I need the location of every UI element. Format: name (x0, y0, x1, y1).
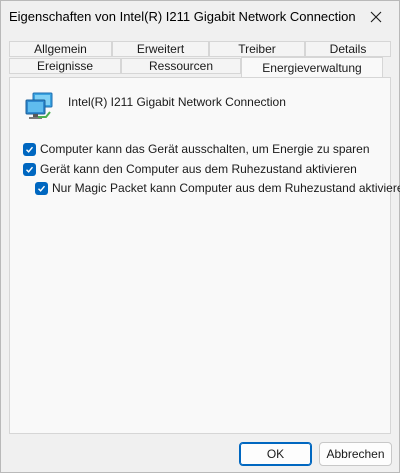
network-adapter-icon (24, 90, 56, 122)
option-label: Nur Magic Packet kann Computer aus dem R… (52, 181, 400, 195)
option-label: Gerät kann den Computer aus dem Ruhezust… (40, 162, 357, 176)
tab-treiber[interactable]: Treiber (209, 41, 305, 57)
option-allow-wake[interactable]: Gerät kann den Computer aus dem Ruhezust… (23, 162, 357, 176)
checkmark-icon (38, 185, 46, 192)
checkmark-icon (26, 146, 34, 153)
tab-erweitert[interactable]: Erweitert (112, 41, 209, 57)
ok-button[interactable]: OK (239, 442, 312, 466)
option-label: Computer kann das Gerät ausschalten, um … (40, 142, 370, 156)
checkbox[interactable] (23, 162, 36, 176)
close-button[interactable] (353, 1, 399, 33)
checkmark-icon (26, 166, 34, 173)
checkbox[interactable] (23, 142, 36, 156)
option-magic-packet-only[interactable]: Nur Magic Packet kann Computer aus dem R… (35, 181, 400, 195)
tab-ressourcen[interactable]: Ressourcen (121, 58, 241, 74)
properties-dialog: Eigenschaften von Intel(R) I211 Gigabit … (0, 0, 400, 473)
tab-details[interactable]: Details (305, 41, 391, 57)
checkbox[interactable] (35, 181, 48, 195)
close-icon (370, 11, 382, 23)
tab-energieverwaltung[interactable]: Energieverwaltung (241, 57, 383, 78)
tab-ereignisse[interactable]: Ereignisse (9, 58, 121, 74)
option-allow-turn-off[interactable]: Computer kann das Gerät ausschalten, um … (23, 142, 370, 156)
tab-allgemein[interactable]: Allgemein (9, 41, 112, 57)
title-bar: Eigenschaften von Intel(R) I211 Gigabit … (1, 1, 399, 33)
tab-panel-energieverwaltung: Intel(R) I211 Gigabit Network Connection… (9, 77, 400, 434)
window-title: Eigenschaften von Intel(R) I211 Gigabit … (9, 9, 356, 24)
device-name: Intel(R) I211 Gigabit Network Connection (68, 95, 286, 109)
cancel-button[interactable]: Abbrechen (319, 442, 392, 466)
